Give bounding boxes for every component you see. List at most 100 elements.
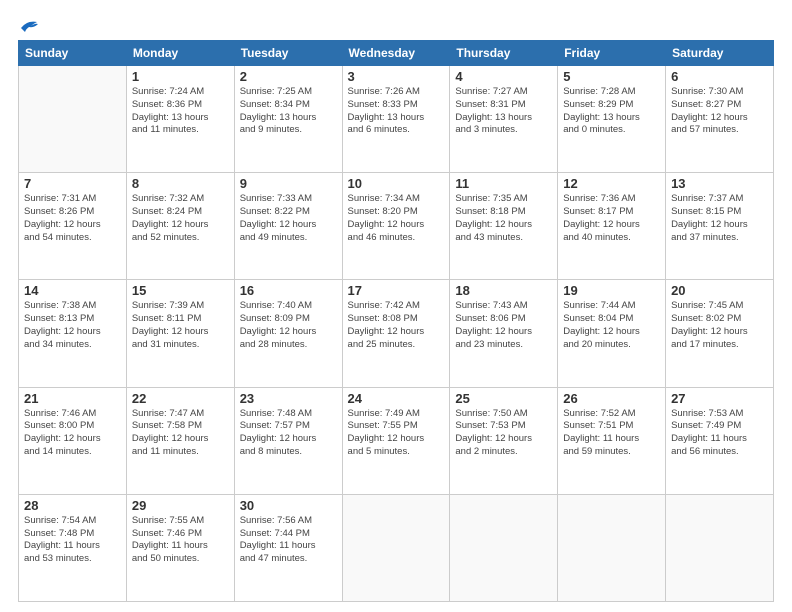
day-info: Sunrise: 7:33 AMSunset: 8:22 PMDaylight:… xyxy=(240,193,337,244)
calendar-cell: 27 Sunrise: 7:53 AMSunset: 7:49 PMDayligh… xyxy=(666,387,774,494)
calendar-cell: 9 Sunrise: 7:33 AMSunset: 8:22 PMDaylight… xyxy=(234,173,342,280)
day-number: 27 xyxy=(671,391,768,406)
calendar-cell: 25 Sunrise: 7:50 AMSunset: 7:53 PMDayligh… xyxy=(450,387,558,494)
day-info: Sunrise: 7:53 AMSunset: 7:49 PMDaylight:… xyxy=(671,408,768,459)
day-number: 28 xyxy=(24,498,121,513)
day-number: 22 xyxy=(132,391,229,406)
day-number: 23 xyxy=(240,391,337,406)
day-number: 11 xyxy=(455,176,552,191)
day-info: Sunrise: 7:42 AMSunset: 8:08 PMDaylight:… xyxy=(348,300,445,351)
calendar-cell: 21 Sunrise: 7:46 AMSunset: 8:00 PMDayligh… xyxy=(19,387,127,494)
calendar-cell: 3 Sunrise: 7:26 AMSunset: 8:33 PMDaylight… xyxy=(342,66,450,173)
calendar-week-row: 28 Sunrise: 7:54 AMSunset: 7:48 PMDayligh… xyxy=(19,494,774,601)
day-info: Sunrise: 7:43 AMSunset: 8:06 PMDaylight:… xyxy=(455,300,552,351)
calendar-week-row: 7 Sunrise: 7:31 AMSunset: 8:26 PMDaylight… xyxy=(19,173,774,280)
calendar-cell: 8 Sunrise: 7:32 AMSunset: 8:24 PMDaylight… xyxy=(126,173,234,280)
calendar-cell: 1 Sunrise: 7:24 AMSunset: 8:36 PMDaylight… xyxy=(126,66,234,173)
day-number: 12 xyxy=(563,176,660,191)
calendar-cell: 26 Sunrise: 7:52 AMSunset: 7:51 PMDayligh… xyxy=(558,387,666,494)
calendar-day-header: Saturday xyxy=(666,41,774,66)
day-info: Sunrise: 7:37 AMSunset: 8:15 PMDaylight:… xyxy=(671,193,768,244)
calendar-cell xyxy=(558,494,666,601)
day-info: Sunrise: 7:52 AMSunset: 7:51 PMDaylight:… xyxy=(563,408,660,459)
logo-bird-icon xyxy=(19,18,39,34)
calendar-cell xyxy=(19,66,127,173)
day-info: Sunrise: 7:47 AMSunset: 7:58 PMDaylight:… xyxy=(132,408,229,459)
day-number: 8 xyxy=(132,176,229,191)
day-number: 2 xyxy=(240,69,337,84)
calendar-cell: 7 Sunrise: 7:31 AMSunset: 8:26 PMDaylight… xyxy=(19,173,127,280)
day-number: 5 xyxy=(563,69,660,84)
day-number: 1 xyxy=(132,69,229,84)
day-number: 30 xyxy=(240,498,337,513)
calendar-cell: 14 Sunrise: 7:38 AMSunset: 8:13 PMDayligh… xyxy=(19,280,127,387)
day-number: 14 xyxy=(24,283,121,298)
day-number: 4 xyxy=(455,69,552,84)
day-info: Sunrise: 7:55 AMSunset: 7:46 PMDaylight:… xyxy=(132,515,229,566)
day-info: Sunrise: 7:49 AMSunset: 7:55 PMDaylight:… xyxy=(348,408,445,459)
page: SundayMondayTuesdayWednesdayThursdayFrid… xyxy=(0,0,792,612)
calendar-cell: 4 Sunrise: 7:27 AMSunset: 8:31 PMDaylight… xyxy=(450,66,558,173)
day-number: 25 xyxy=(455,391,552,406)
day-info: Sunrise: 7:48 AMSunset: 7:57 PMDaylight:… xyxy=(240,408,337,459)
day-number: 20 xyxy=(671,283,768,298)
day-number: 10 xyxy=(348,176,445,191)
calendar-day-header: Sunday xyxy=(19,41,127,66)
calendar-cell: 6 Sunrise: 7:30 AMSunset: 8:27 PMDaylight… xyxy=(666,66,774,173)
calendar-cell: 22 Sunrise: 7:47 AMSunset: 7:58 PMDayligh… xyxy=(126,387,234,494)
day-info: Sunrise: 7:50 AMSunset: 7:53 PMDaylight:… xyxy=(455,408,552,459)
day-number: 29 xyxy=(132,498,229,513)
day-info: Sunrise: 7:24 AMSunset: 8:36 PMDaylight:… xyxy=(132,86,229,137)
calendar-cell xyxy=(450,494,558,601)
day-info: Sunrise: 7:45 AMSunset: 8:02 PMDaylight:… xyxy=(671,300,768,351)
day-info: Sunrise: 7:28 AMSunset: 8:29 PMDaylight:… xyxy=(563,86,660,137)
calendar-cell: 20 Sunrise: 7:45 AMSunset: 8:02 PMDayligh… xyxy=(666,280,774,387)
calendar-day-header: Friday xyxy=(558,41,666,66)
day-number: 21 xyxy=(24,391,121,406)
calendar-cell: 24 Sunrise: 7:49 AMSunset: 7:55 PMDayligh… xyxy=(342,387,450,494)
calendar-cell: 11 Sunrise: 7:35 AMSunset: 8:18 PMDayligh… xyxy=(450,173,558,280)
day-info: Sunrise: 7:34 AMSunset: 8:20 PMDaylight:… xyxy=(348,193,445,244)
calendar-cell: 10 Sunrise: 7:34 AMSunset: 8:20 PMDayligh… xyxy=(342,173,450,280)
day-number: 18 xyxy=(455,283,552,298)
day-info: Sunrise: 7:46 AMSunset: 8:00 PMDaylight:… xyxy=(24,408,121,459)
day-number: 7 xyxy=(24,176,121,191)
day-info: Sunrise: 7:32 AMSunset: 8:24 PMDaylight:… xyxy=(132,193,229,244)
day-info: Sunrise: 7:31 AMSunset: 8:26 PMDaylight:… xyxy=(24,193,121,244)
day-info: Sunrise: 7:26 AMSunset: 8:33 PMDaylight:… xyxy=(348,86,445,137)
calendar-cell: 23 Sunrise: 7:48 AMSunset: 7:57 PMDayligh… xyxy=(234,387,342,494)
day-number: 26 xyxy=(563,391,660,406)
logo xyxy=(18,18,40,30)
day-number: 3 xyxy=(348,69,445,84)
calendar-cell: 12 Sunrise: 7:36 AMSunset: 8:17 PMDayligh… xyxy=(558,173,666,280)
day-info: Sunrise: 7:44 AMSunset: 8:04 PMDaylight:… xyxy=(563,300,660,351)
calendar-cell xyxy=(666,494,774,601)
day-info: Sunrise: 7:40 AMSunset: 8:09 PMDaylight:… xyxy=(240,300,337,351)
day-info: Sunrise: 7:36 AMSunset: 8:17 PMDaylight:… xyxy=(563,193,660,244)
day-info: Sunrise: 7:54 AMSunset: 7:48 PMDaylight:… xyxy=(24,515,121,566)
calendar-header-row: SundayMondayTuesdayWednesdayThursdayFrid… xyxy=(19,41,774,66)
calendar-week-row: 14 Sunrise: 7:38 AMSunset: 8:13 PMDayligh… xyxy=(19,280,774,387)
day-info: Sunrise: 7:56 AMSunset: 7:44 PMDaylight:… xyxy=(240,515,337,566)
calendar-cell: 19Sunrise: 7:44 AMSunset: 8:04 PMDayligh… xyxy=(558,280,666,387)
calendar-cell: 13Sunrise: 7:37 AMSunset: 8:15 PMDayligh… xyxy=(666,173,774,280)
calendar-day-header: Tuesday xyxy=(234,41,342,66)
calendar-week-row: 1 Sunrise: 7:24 AMSunset: 8:36 PMDaylight… xyxy=(19,66,774,173)
calendar-day-header: Monday xyxy=(126,41,234,66)
day-number: 24 xyxy=(348,391,445,406)
calendar-cell: 29 Sunrise: 7:55 AMSunset: 7:46 PMDayligh… xyxy=(126,494,234,601)
day-number: 9 xyxy=(240,176,337,191)
calendar-cell: 18 Sunrise: 7:43 AMSunset: 8:06 PMDayligh… xyxy=(450,280,558,387)
day-info: Sunrise: 7:35 AMSunset: 8:18 PMDaylight:… xyxy=(455,193,552,244)
calendar-cell: 30 Sunrise: 7:56 AMSunset: 7:44 PMDayligh… xyxy=(234,494,342,601)
calendar-day-header: Wednesday xyxy=(342,41,450,66)
day-info: Sunrise: 7:30 AMSunset: 8:27 PMDaylight:… xyxy=(671,86,768,137)
day-number: 6 xyxy=(671,69,768,84)
day-number: 17 xyxy=(348,283,445,298)
day-info: Sunrise: 7:27 AMSunset: 8:31 PMDaylight:… xyxy=(455,86,552,137)
calendar-cell: 16Sunrise: 7:40 AMSunset: 8:09 PMDayligh… xyxy=(234,280,342,387)
header xyxy=(18,18,774,30)
calendar-cell: 28 Sunrise: 7:54 AMSunset: 7:48 PMDayligh… xyxy=(19,494,127,601)
day-info: Sunrise: 7:38 AMSunset: 8:13 PMDaylight:… xyxy=(24,300,121,351)
day-number: 15 xyxy=(132,283,229,298)
